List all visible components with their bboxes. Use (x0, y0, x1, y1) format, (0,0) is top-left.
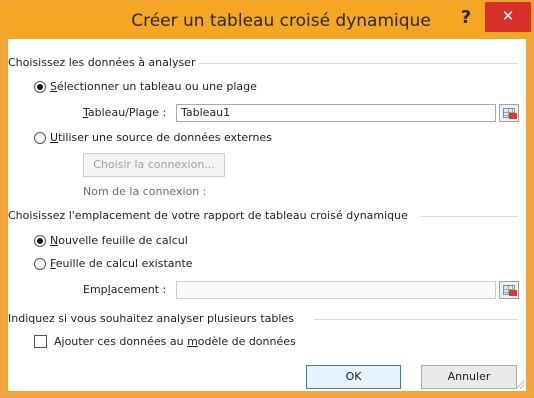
radio-new-sheet[interactable] (34, 235, 46, 247)
title-bar[interactable]: Créer un tableau croisé dynamique ? ✕ (1, 1, 533, 39)
add-to-data-model-label[interactable]: Ajouter ces données au modèle de données (54, 335, 296, 348)
location-picker-arrow (509, 290, 517, 296)
ok-button[interactable]: OK (306, 365, 401, 389)
help-button[interactable]: ? (454, 7, 478, 31)
section-divider (420, 216, 518, 217)
add-to-data-model-checkbox[interactable] (34, 335, 47, 348)
table-range-input[interactable]: Tableau1 (176, 104, 496, 122)
radio-external-source-label[interactable]: Utiliser une source de données externes (50, 131, 272, 144)
radio-select-table[interactable] (34, 81, 46, 93)
create-pivot-table-dialog: Créer un tableau croisé dynamique ? ✕ Ch… (0, 0, 534, 398)
section-divider (198, 63, 518, 64)
dialog-content: Choisissez les données à analyser Sélect… (8, 39, 526, 391)
location-picker-button[interactable] (499, 281, 519, 299)
section-tables-heading: Indiquez si vous souhaitez analyser plus… (8, 312, 294, 325)
resize-grip-icon[interactable] (514, 379, 524, 389)
close-icon: ✕ (501, 7, 515, 25)
choose-connection-button[interactable]: Choisir la connexion... (83, 153, 225, 177)
radio-new-sheet-label[interactable]: Nouvelle feuille de calcul (50, 234, 188, 247)
section-divider (314, 319, 518, 320)
range-picker-arrow (509, 113, 517, 119)
radio-existing-sheet-label[interactable]: Feuille de calcul existante (50, 257, 193, 270)
range-picker-button[interactable] (499, 104, 519, 122)
radio-existing-sheet[interactable] (34, 258, 46, 270)
connection-name-label: Nom de la connexion : (83, 185, 207, 198)
table-range-label: Tableau/Plage : (83, 106, 167, 119)
cancel-button[interactable]: Annuler (421, 365, 517, 389)
section-location-heading: Choisissez l'emplacement de votre rappor… (8, 209, 408, 222)
close-button[interactable]: ✕ (485, 2, 531, 32)
section-data-heading: Choisissez les données à analyser (8, 56, 196, 69)
location-input[interactable] (176, 281, 496, 299)
radio-external-source[interactable] (34, 132, 46, 144)
radio-select-table-label[interactable]: Sélectionner un tableau ou une plage (50, 80, 257, 93)
location-label: Emplacement : (83, 283, 167, 296)
